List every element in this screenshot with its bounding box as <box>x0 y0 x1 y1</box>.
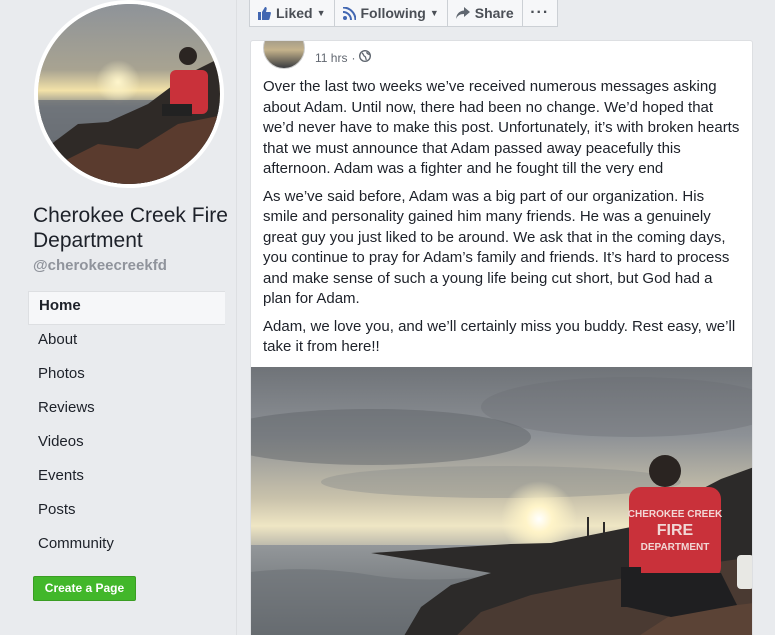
post-text: Over the last two weeks we’ve received n… <box>251 69 752 358</box>
thumbs-up-icon <box>258 6 271 20</box>
post-card: 11 hrs · Over the last two weeks we’ve r… <box>250 40 753 635</box>
separator-dot: · <box>351 50 356 65</box>
more-options-button[interactable]: ··· <box>521 0 558 27</box>
nav-item-events[interactable]: Events <box>28 461 225 495</box>
chevron-down-icon: ▼ <box>429 8 439 18</box>
liked-label: Liked <box>276 5 313 21</box>
share-button[interactable]: Share <box>446 0 523 27</box>
profile-picture[interactable] <box>34 0 224 188</box>
post-time[interactable]: 11 hrs <box>315 51 347 65</box>
nav-item-home[interactable]: Home <box>28 291 225 325</box>
post-header: 11 hrs · <box>251 41 752 69</box>
post-photo[interactable]: CHEROKEE CREEK FIRE DEPARTMENT <box>251 367 752 635</box>
nav-item-videos[interactable]: Videos <box>28 427 225 461</box>
left-sidebar: Cherokee Creek Fire Department @cherokee… <box>0 0 236 635</box>
create-page-button[interactable]: Create a Page <box>33 576 136 601</box>
liked-button[interactable]: Liked ▼ <box>249 0 335 27</box>
following-label: Following <box>360 5 426 21</box>
post-timestamp[interactable]: 11 hrs · <box>315 49 372 65</box>
shirt-text-line: DEPARTMENT <box>641 542 710 553</box>
post-paragraph: Over the last two weeks we’ve received n… <box>263 78 740 177</box>
post-author-avatar[interactable] <box>263 41 305 69</box>
rss-icon <box>342 6 356 20</box>
nav-item-posts[interactable]: Posts <box>28 495 225 529</box>
column-divider <box>236 0 237 635</box>
post-paragraph: As we’ve said before, Adam was a big par… <box>263 187 730 308</box>
shirt-text-line: FIRE <box>657 522 694 539</box>
post-paragraph: Adam, we love you, and we’ll certainly m… <box>263 317 736 356</box>
page-action-bar: Liked ▼ Following ▼ Share ··· <box>249 0 558 27</box>
nav-item-community[interactable]: Community <box>28 529 225 563</box>
shirt-text-line: CHEROKEE CREEK <box>628 509 723 520</box>
nav-item-photos[interactable]: Photos <box>28 359 225 393</box>
page-nav: Home About Photos Reviews Videos Events … <box>28 291 225 563</box>
page-handle[interactable]: @cherokeecreekfd <box>33 257 167 274</box>
share-label: Share <box>474 5 514 21</box>
globe-icon <box>359 49 372 65</box>
following-button[interactable]: Following ▼ <box>333 0 448 27</box>
page-title[interactable]: Cherokee Creek Fire Department <box>33 203 233 253</box>
share-icon <box>455 7 470 19</box>
chevron-down-icon: ▼ <box>316 8 326 18</box>
nav-item-reviews[interactable]: Reviews <box>28 393 225 427</box>
nav-item-about[interactable]: About <box>28 325 225 359</box>
